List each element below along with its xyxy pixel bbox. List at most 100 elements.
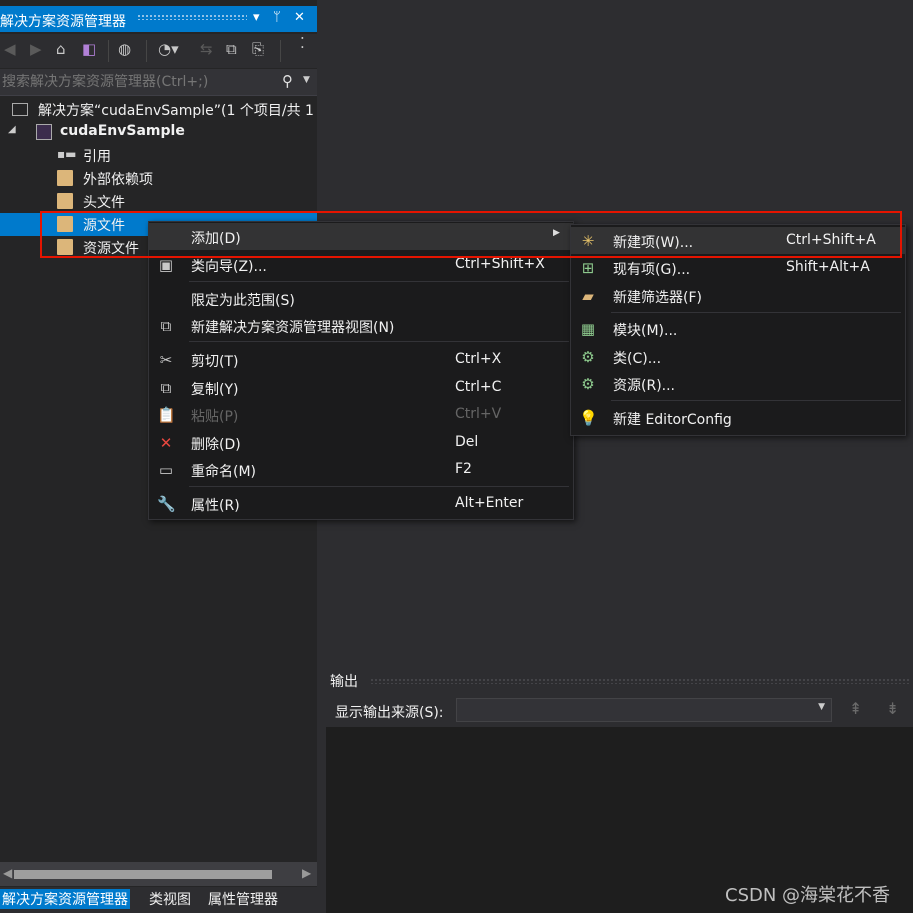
submenu-item-resource[interactable]: ⚙ 资源(R)...	[571, 370, 905, 397]
resource-icon: ⚙	[581, 375, 595, 393]
search-input[interactable]	[0, 69, 272, 95]
overflow-icon[interactable]: ⁚	[300, 34, 305, 52]
highlight-box	[40, 211, 902, 258]
submenu-item-label: 资源(R)...	[613, 378, 676, 394]
menu-separator	[189, 341, 569, 342]
search-options-chevron-icon[interactable]: ▼	[303, 75, 310, 85]
horizontal-scrollbar[interactable]: ◀ ▶	[0, 862, 317, 886]
class-wizard-icon: ▣	[158, 256, 174, 274]
tab-class-view[interactable]: 类视图	[149, 889, 191, 909]
tree-item-label: 引用	[83, 149, 111, 165]
tree-item-label: 外部依赖项	[83, 172, 153, 188]
scroll-left-icon[interactable]: ◀	[3, 866, 12, 880]
menu-separator	[189, 486, 569, 487]
show-all-files-icon[interactable]: ⎘	[252, 40, 264, 58]
tree-item-external-deps[interactable]: 外部依赖项	[0, 167, 317, 190]
project-icon	[36, 124, 52, 140]
copy-icon: ⧉	[160, 379, 172, 397]
submenu-item-label: 模块(M)...	[613, 323, 678, 339]
submenu-item-new-filter[interactable]: ▰ 新建筛选器(F)	[571, 282, 905, 309]
window-dropdown-icon[interactable]: ▾	[253, 10, 260, 25]
module-icon: ▦	[580, 320, 596, 338]
pin-icon[interactable]: ᛘ	[273, 10, 281, 25]
tree-project-node[interactable]: ◢ cudaEnvSample	[0, 121, 317, 144]
new-view-icon: ⧉	[160, 317, 172, 335]
submenu-item-class[interactable]: ⚙ 类(C)...	[571, 343, 905, 370]
scroll-right-icon[interactable]: ▶	[302, 866, 311, 880]
menu-item-shortcut: Ctrl+C	[455, 379, 502, 395]
class-icon: ⚙	[581, 348, 595, 366]
close-icon[interactable]: ✕	[294, 10, 305, 25]
go-to-next-icon[interactable]: ⇟	[886, 699, 899, 718]
menu-item-shortcut: Ctrl+V	[455, 406, 502, 422]
menu-item-label: 新建解决方案资源管理器视图(N)	[191, 320, 395, 336]
wrench-icon: 🔧	[157, 495, 176, 513]
menu-item-cut[interactable]: ✂ 剪切(T) Ctrl+X	[149, 346, 573, 373]
watermark: CSDN @海棠花不香	[725, 885, 891, 906]
existing-item-icon: ⊞	[581, 259, 595, 277]
forward-icon[interactable]: ▶	[30, 40, 42, 58]
submenu-item-existing-item[interactable]: ⊞ 现有项(G)... Shift+Alt+A	[571, 254, 905, 281]
scrollbar-thumb[interactable]	[14, 870, 272, 879]
tab-property-manager[interactable]: 属性管理器	[208, 889, 278, 909]
menu-item-paste[interactable]: 📋 粘贴(P) Ctrl+V	[149, 401, 573, 428]
menu-item-copy[interactable]: ⧉ 复制(Y) Ctrl+C	[149, 374, 573, 401]
toolbar-separator	[280, 40, 281, 62]
menu-item-new-explorer-view[interactable]: ⧉ 新建解决方案资源管理器视图(N)	[149, 312, 573, 339]
tab-solution-explorer[interactable]: 解决方案资源管理器	[0, 889, 130, 909]
menu-item-properties[interactable]: 🔧 属性(R) Alt+Enter	[149, 490, 573, 517]
menu-item-shortcut: Alt+Enter	[455, 495, 524, 511]
toolbar-separator	[146, 40, 147, 62]
go-to-previous-icon[interactable]: ⇞	[849, 699, 862, 718]
rename-icon: ▭	[158, 461, 174, 479]
new-filter-icon: ▰	[582, 287, 594, 305]
switch-views-icon[interactable]: ◧	[82, 40, 96, 58]
solution-explorer-title: 解决方案资源管理器	[0, 14, 126, 30]
submenu-item-label: 新建 EditorConfig	[613, 412, 732, 428]
output-title: 输出	[330, 674, 358, 690]
context-menu: 添加(D) ▶ ▣ 类向导(Z)... Ctrl+Shift+X 限定为此范围(…	[148, 221, 574, 520]
chevron-down-icon[interactable]: ▼	[818, 702, 825, 712]
menu-separator	[611, 312, 901, 313]
editorconfig-icon: 💡	[579, 409, 598, 427]
menu-item-label: 类向导(Z)...	[191, 259, 267, 275]
menu-item-rename[interactable]: ▭ 重命名(M) F2	[149, 456, 573, 483]
menu-item-delete[interactable]: ✕ 删除(D) Del	[149, 429, 573, 456]
tree-solution-node[interactable]: 解决方案“cudaEnvSample”(1 个项目/共 1	[0, 98, 317, 121]
solution-label: 解决方案“cudaEnvSample”(1 个项目/共 1	[38, 103, 314, 119]
paste-icon: 📋	[157, 406, 176, 424]
submenu-item-label: 类(C)...	[613, 351, 662, 367]
menu-separator	[611, 400, 901, 401]
folder-icon	[57, 170, 73, 186]
submenu-item-label: 新建筛选器(F)	[613, 290, 702, 306]
output-title-grip	[370, 678, 910, 684]
expand-arrow-icon[interactable]: ◢	[8, 124, 16, 135]
tree-item-references[interactable]: ▪▬ 引用	[0, 144, 317, 167]
menu-separator	[189, 281, 569, 282]
menu-item-label: 属性(R)	[191, 498, 240, 514]
menu-item-shortcut: Ctrl+Shift+X	[455, 256, 545, 272]
search-icon[interactable]: ⚲	[282, 72, 293, 90]
menu-item-label: 限定为此范围(S)	[191, 293, 295, 309]
title-grip	[137, 14, 247, 20]
bottom-tab-strip: 解决方案资源管理器 类视图 属性管理器	[0, 887, 317, 913]
submenu-item-module[interactable]: ▦ 模块(M)...	[571, 315, 905, 342]
menu-item-scope-to-this[interactable]: 限定为此范围(S)	[149, 285, 573, 312]
menu-item-shortcut: Del	[455, 434, 479, 450]
menu-item-shortcut: F2	[455, 461, 472, 477]
toolbar-separator	[108, 40, 109, 62]
submenu-item-label: 现有项(G)...	[613, 262, 691, 278]
delete-icon: ✕	[159, 434, 173, 452]
pending-changes-icon[interactable]: ◔▾	[158, 40, 179, 58]
tree-item-header-files[interactable]: 头文件	[0, 190, 317, 213]
sync-icon[interactable]: ⇆	[200, 40, 213, 58]
submenu-item-editorconfig[interactable]: 💡 新建 EditorConfig	[571, 404, 905, 431]
home-icon[interactable]: ⌂	[56, 40, 66, 58]
globe-icon[interactable]: ◍	[118, 40, 131, 58]
collapse-all-icon[interactable]: ⧉	[226, 40, 237, 58]
submenu-item-shortcut: Shift+Alt+A	[786, 259, 870, 275]
menu-item-label: 重命名(M)	[191, 464, 257, 480]
output-source-select[interactable]: ▼	[456, 698, 832, 722]
back-icon[interactable]: ◀	[4, 40, 16, 58]
filter-folder-icon	[57, 193, 73, 209]
